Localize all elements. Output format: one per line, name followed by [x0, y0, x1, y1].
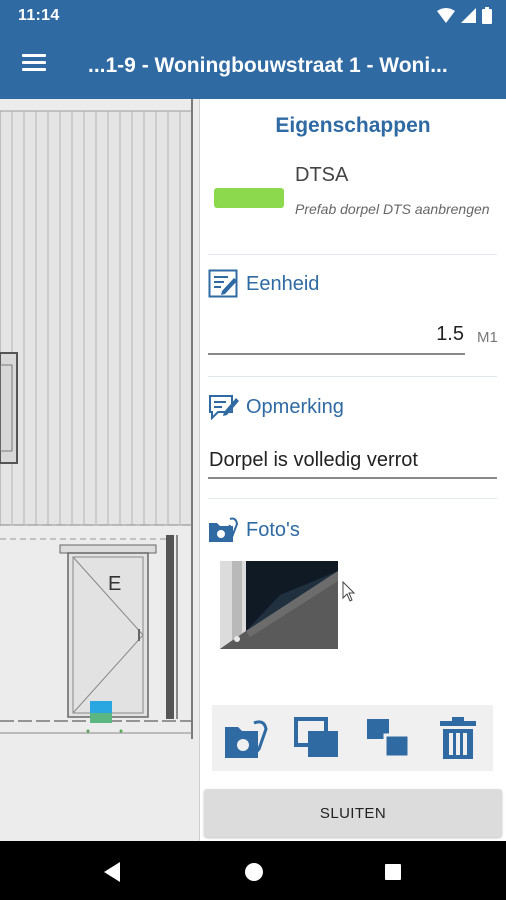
unit-title-text: Eenheid	[246, 272, 320, 295]
signal-icon	[461, 7, 476, 29]
note-input[interactable]: Dorpel is volledig verrot	[209, 449, 495, 472]
app-bar: ...1-9 - Woningbouwstraat 1 - Woni...	[0, 32, 506, 99]
status-time: 11:14	[18, 7, 60, 24]
photo-thumbnail[interactable]	[220, 561, 338, 649]
note-section-title: Opmerking	[208, 392, 344, 422]
divider	[208, 376, 497, 377]
unit-suffix: M1	[477, 329, 498, 346]
photo-section-title: Foto's	[208, 515, 300, 545]
note-input-underline	[208, 477, 497, 479]
delete-icon[interactable]	[432, 712, 484, 764]
unit-section-title: Eenheid	[208, 269, 319, 299]
wifi-icon	[437, 7, 455, 29]
duplicate-icon[interactable]	[362, 712, 414, 764]
back-icon[interactable]	[97, 857, 127, 887]
copy-icon[interactable]	[291, 712, 343, 764]
recents-icon[interactable]	[378, 857, 408, 887]
attach-photo-icon[interactable]	[221, 712, 273, 764]
item-description: Prefab dorpel DTS aanbrengen	[295, 201, 490, 217]
divider	[208, 254, 497, 255]
status-bar: 11:14	[0, 0, 506, 32]
edit-form-icon	[208, 269, 240, 299]
floor-plan-drawing[interactable]: E	[0, 99, 200, 841]
note-title-text: Opmerking	[246, 395, 344, 418]
cursor-icon	[342, 580, 356, 608]
divider	[208, 498, 497, 499]
photo-title-text: Foto's	[246, 518, 300, 541]
unit-input[interactable]: 1.5	[208, 323, 464, 346]
home-icon[interactable]	[239, 857, 269, 887]
close-button[interactable]: SLUITEN	[204, 789, 502, 837]
item-summary: DTSA Prefab dorpel DTS aanbrengen	[214, 161, 498, 241]
comment-icon	[208, 392, 240, 422]
page-title: ...1-9 - Woningbouwstraat 1 - Woni...	[88, 54, 448, 77]
item-color-swatch	[214, 188, 284, 208]
photo-folder-icon	[208, 515, 240, 545]
door-label: E	[108, 573, 122, 595]
menu-icon[interactable]	[16, 50, 52, 80]
properties-panel: Eigenschappen DTSA Prefab dorpel DTS aan…	[200, 99, 506, 841]
navigation-bar	[0, 841, 506, 900]
item-code: DTSA	[295, 164, 349, 186]
unit-input-underline	[208, 353, 465, 355]
status-icons	[437, 7, 492, 29]
battery-icon	[482, 7, 492, 29]
action-bar	[212, 705, 493, 771]
panel-heading: Eigenschappen	[275, 114, 431, 137]
